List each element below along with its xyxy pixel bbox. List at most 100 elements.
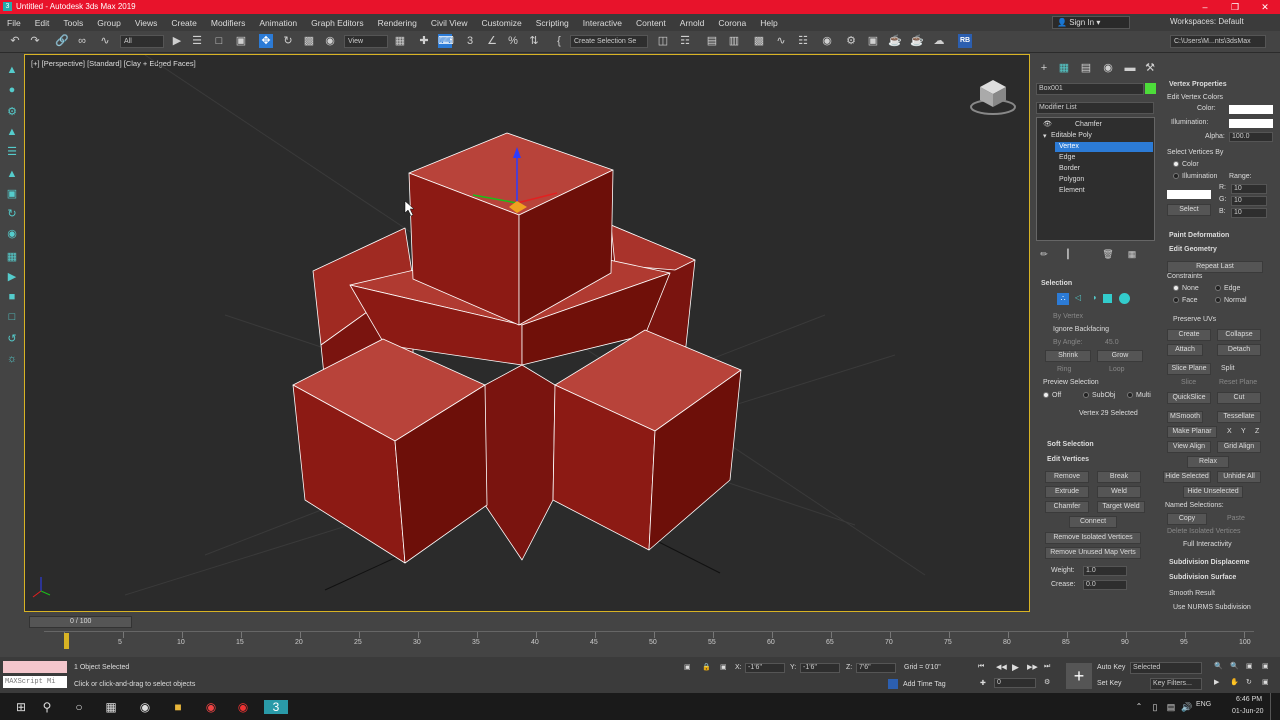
alpha-spinner[interactable]: 100.0 (1229, 132, 1273, 142)
perspective-viewport[interactable]: [+] [Perspective] [Standard] [Clay + Edg… (24, 54, 1030, 612)
hide-selected-button[interactable]: Hide Selected (1163, 471, 1211, 483)
absolute-mode-icon[interactable]: ▣ (720, 663, 727, 671)
percent-snap-icon[interactable]: % (506, 34, 520, 48)
volume-icon[interactable]: 🔊 (1180, 700, 1194, 714)
menu-interactive[interactable]: Interactive (576, 18, 629, 28)
bind-spacewarp-icon[interactable]: ∿ (98, 34, 112, 48)
move-icon[interactable]: ✥ (259, 34, 273, 48)
remove-isolated-vertices-button[interactable]: Remove Isolated Vertices (1045, 532, 1141, 544)
menu-corona[interactable]: Corona (711, 18, 753, 28)
object-name-field[interactable]: Box001 (1036, 83, 1144, 95)
break-button[interactable]: Break (1097, 471, 1141, 483)
preview-multi-radio[interactable]: Multi (1127, 392, 1151, 399)
ignore-backfacing-checkbox[interactable]: Ignore Backfacing (1053, 326, 1109, 333)
render-icon[interactable]: ☕ (888, 34, 902, 48)
orbit-view-icon[interactable]: ↻ (1246, 678, 1252, 686)
illumination-swatch[interactable] (1229, 119, 1273, 128)
maximize-icon[interactable]: ❐ (1220, 0, 1250, 14)
mirror-icon[interactable]: ◫ (656, 34, 670, 48)
motion-tab-icon[interactable]: ◉ (1101, 61, 1115, 75)
maximize-viewport-icon[interactable]: ▣ (1262, 678, 1269, 686)
preview-subobj-radio[interactable]: SubObj (1083, 392, 1115, 399)
rendered-frame-icon[interactable]: ▣ (866, 34, 880, 48)
reset-plane-button[interactable]: Reset Plane (1219, 379, 1257, 386)
element-mode-icon[interactable] (1119, 293, 1130, 304)
utilities-tab-icon[interactable]: ⚒ (1143, 61, 1157, 75)
remove-unused-map-verts-button[interactable]: Remove Unused Map Verts (1045, 547, 1141, 559)
chrome-icon[interactable]: ◉ (204, 700, 218, 714)
unlink-icon[interactable]: ∞ (75, 34, 89, 48)
hide-unselected-button[interactable]: Hide Unselected (1183, 486, 1243, 498)
menu-customize[interactable]: Customize (475, 18, 529, 28)
maxscript-listener-pink[interactable] (3, 661, 67, 673)
gear-icon[interactable]: ⚙ (5, 105, 19, 119)
cortana-icon[interactable]: ○ (72, 700, 86, 714)
current-frame-field[interactable]: 0 (994, 678, 1036, 688)
select-by-illumination-radio[interactable]: Illumination (1173, 173, 1217, 180)
edit-vertices-rollout-title[interactable]: Edit Vertices (1047, 456, 1089, 463)
constraint-face-radio[interactable]: Face (1173, 297, 1198, 304)
soft-selection-rollout-title[interactable]: Soft Selection (1047, 441, 1094, 448)
language-indicator[interactable]: ENG (1196, 701, 1211, 708)
select-button[interactable]: Select (1167, 204, 1211, 216)
close-icon[interactable]: ✕ (1250, 0, 1280, 14)
select-mode-icon[interactable]: ▲ (5, 63, 19, 77)
select-by-name-icon[interactable]: ☰ (190, 34, 204, 48)
maxscript-mini-listener[interactable]: MAXScript Mi (3, 676, 67, 688)
next-frame-icon[interactable]: ▶▶ (1027, 663, 1038, 671)
frame-icon[interactable]: □ (5, 310, 19, 324)
msmooth-button[interactable]: MSmooth (1167, 411, 1203, 423)
set-key-button[interactable]: Set Key (1097, 680, 1122, 687)
snaps-toggle-icon[interactable]: 3 (463, 34, 477, 48)
constraint-none-radio[interactable]: None (1173, 285, 1199, 292)
grow-button[interactable]: Grow (1097, 350, 1143, 362)
selection-set-dropdown[interactable]: Create Selection Se (570, 35, 648, 48)
edit-named-sets-icon[interactable]: { (552, 34, 566, 48)
weld-button[interactable]: Weld (1097, 486, 1141, 498)
go-to-start-icon[interactable]: ⏮ (978, 663, 984, 671)
timeline-ruler[interactable]: 5 10 15 20 25 30 35 40 45 50 55 60 65 70 75 80 85 90 95 100 (44, 631, 1254, 651)
file-explorer-icon[interactable]: ■ (171, 700, 185, 714)
list-icon[interactable]: ☰ (5, 145, 19, 159)
link-icon[interactable]: 🔗 (55, 34, 69, 48)
border-mode-icon[interactable]: ◑ (1088, 293, 1100, 305)
polygon-mode-icon[interactable] (1103, 294, 1112, 303)
time-config-icon[interactable]: ⚙ (1044, 678, 1050, 686)
signin-button[interactable]: 👤 Sign In ▾ (1052, 16, 1130, 29)
full-interactivity-checkbox[interactable]: Full Interactivity (1183, 541, 1232, 548)
view-align-button[interactable]: View Align (1167, 441, 1211, 453)
repeat-last-button[interactable]: Repeat Last (1167, 261, 1263, 273)
pivot-center-icon[interactable]: ▦ (393, 34, 407, 48)
edge-mode-icon[interactable]: ◁ (1072, 293, 1084, 305)
rotate-tool-icon[interactable]: ↻ (5, 207, 19, 221)
undo-icon[interactable]: ↶ (8, 34, 22, 48)
remove-modifier-icon[interactable]: 🗑 (1101, 247, 1115, 261)
stack-item-vertex[interactable]: Vertex (1059, 143, 1079, 150)
detach-button[interactable]: Detach (1217, 344, 1261, 356)
angle-snap-icon[interactable]: ∠ (485, 34, 499, 48)
select-object-icon[interactable]: ▶ (170, 34, 184, 48)
material-icon[interactable]: ◉ (5, 227, 19, 241)
configure-sets-icon[interactable]: ▦ (1125, 247, 1139, 261)
add-time-tag-button[interactable]: Add Time Tag (903, 681, 946, 688)
render-setup-icon[interactable]: ⚙ (844, 34, 858, 48)
collapse-button[interactable]: Collapse (1217, 329, 1261, 341)
key-mode-icon[interactable]: ✚ (980, 679, 986, 687)
modifier-list-dropdown[interactable]: Modifier List (1036, 102, 1154, 114)
slice-plane-button[interactable]: Slice Plane (1167, 363, 1211, 375)
redo-icon[interactable]: ↷ (28, 34, 42, 48)
sphere-icon[interactable]: ● (5, 83, 19, 97)
crease-spinner[interactable]: 0.0 (1083, 580, 1127, 590)
stack-item-chamfer[interactable]: Chamfer (1075, 121, 1102, 128)
search-icon[interactable]: ⚲ (40, 700, 54, 714)
select-by-color-radio[interactable]: Color (1173, 161, 1199, 168)
range-g-spinner[interactable]: 10 (1231, 196, 1267, 206)
grid-icon[interactable]: ▦ (5, 250, 19, 264)
make-planar-button[interactable]: Make Planar (1167, 426, 1217, 438)
vertex-properties-rollout-title[interactable]: Vertex Properties (1169, 81, 1227, 88)
menu-graph-editors[interactable]: Graph Editors (304, 18, 370, 28)
app-icon-1[interactable]: ◉ (138, 700, 152, 714)
cut-button[interactable]: Cut (1217, 392, 1261, 404)
menu-tools[interactable]: Tools (56, 18, 90, 28)
unhide-all-button[interactable]: Unhide All (1217, 471, 1261, 483)
